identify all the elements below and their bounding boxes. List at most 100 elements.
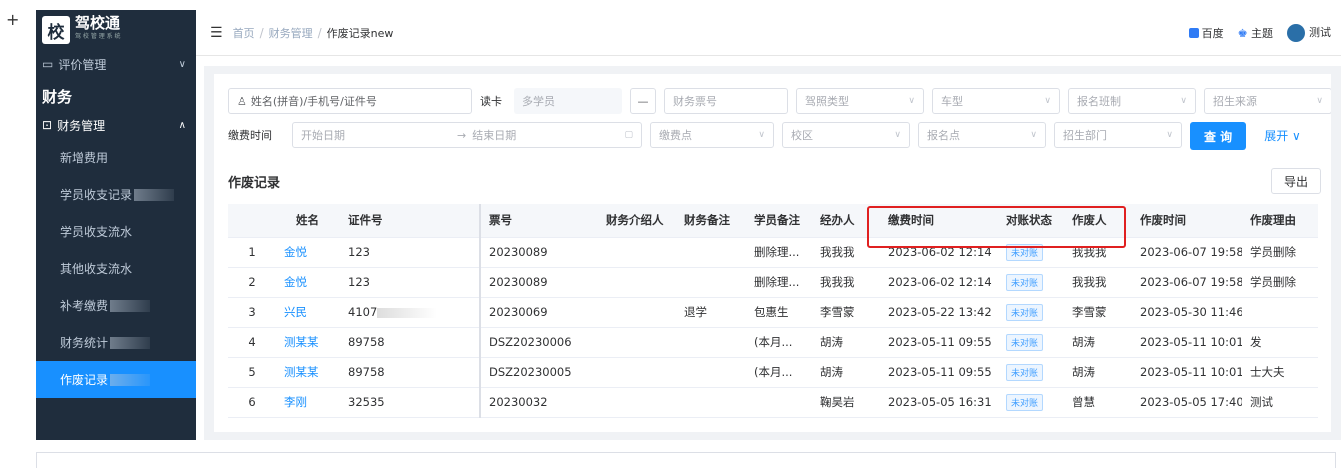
cell-id: 32535	[340, 387, 480, 418]
shirt-icon: ♚	[1237, 26, 1248, 40]
cell-name[interactable]: 兴民	[276, 297, 340, 328]
sidebar-item-student-flow[interactable]: 学员收支流水	[36, 213, 196, 250]
menu-finance[interactable]: ⊡ 财务管理 ∧	[36, 111, 196, 139]
cell-reason	[1242, 297, 1318, 328]
col-name: 姓名	[276, 204, 340, 238]
chevron-down-icon: ∨	[758, 130, 765, 140]
cell-name[interactable]: 金悦	[276, 237, 340, 268]
dept-select[interactable]: 招生部门 ∨	[1054, 122, 1182, 148]
cell-reason: 学员删除	[1242, 267, 1318, 298]
cell-fin-note	[676, 357, 746, 388]
table-row[interactable]: 4 测某某 89758 DSZ20230006 (本月... 胡涛 2023-05-11 0…	[228, 327, 1318, 358]
cell-introducer	[598, 387, 676, 418]
cell-reason: 士大夫	[1242, 357, 1318, 388]
finance-no-input[interactable]: 财务票号	[664, 88, 788, 114]
cell-void-time: 2023-06-07 19:58	[1132, 267, 1242, 298]
date-range-picker[interactable]: 开始日期 → 结束日期 ▢	[292, 122, 642, 148]
baidu-link[interactable]: 百度	[1188, 25, 1224, 41]
cell-status: 未对账	[998, 387, 1064, 418]
expand-link[interactable]: 展开 ∨	[1264, 122, 1301, 148]
cell-pay-time: 2023-05-05 16:31	[880, 387, 998, 418]
name-search-input[interactable]: ♙ 姓名(拼音)/手机号/证件号	[228, 88, 472, 114]
menu-eval-label: 评价管理	[58, 57, 107, 72]
sidebar-item-makeup-fee[interactable]: 补考缴费	[36, 287, 196, 324]
cell-handler: 胡涛	[812, 327, 880, 358]
cell-reason: 测试	[1242, 387, 1318, 418]
bottom-panel	[36, 452, 1336, 468]
cell-pay-time: 2023-05-22 13:42	[880, 297, 998, 328]
cell-ticket: 20230069	[479, 297, 598, 328]
table-row[interactable]: 3 兴民 4107 20230069 退学 包惠生 李雪蒙 2023-05-22 13:42 未…	[228, 297, 1318, 328]
cell-handler: 李雪蒙	[812, 297, 880, 328]
multi-student-field[interactable]: 多学员	[514, 88, 622, 114]
cell-fin-note: 退学	[676, 297, 746, 328]
cell-name[interactable]: 测某某	[276, 357, 340, 388]
cell-reason: 学员删除	[1242, 237, 1318, 268]
cell-ticket: 20230089	[479, 267, 598, 298]
class-select[interactable]: 报名班制 ∨	[1068, 88, 1196, 114]
cell-void-time: 2023-05-05 17:40	[1132, 387, 1242, 418]
cell-idx: 1	[228, 237, 276, 268]
cell-stu-note: 包惠生	[746, 297, 812, 328]
license-type-select[interactable]: 驾照类型 ∨	[796, 88, 924, 114]
chevron-down-icon: ∨	[894, 130, 901, 140]
calendar-icon: ▢	[624, 130, 633, 140]
cell-pay-time: 2023-05-11 09:55	[880, 327, 998, 358]
sidebar-item-other-flow[interactable]: 其他收支流水	[36, 250, 196, 287]
table-row[interactable]: 1 金悦 123 20230089 删除理... 我我我 2023-06-02 12:14 未…	[228, 237, 1318, 268]
sidebar-item-statistics[interactable]: 财务统计	[36, 324, 196, 361]
col-void-time: 作废时间	[1132, 204, 1242, 238]
cell-voider: 胡涛	[1064, 327, 1132, 358]
cell-idx: 6	[228, 387, 276, 418]
cell-name[interactable]: 李刚	[276, 387, 340, 418]
chevron-down-icon: ∨	[1316, 96, 1323, 106]
cell-name[interactable]: 金悦	[276, 267, 340, 298]
cell-ticket: DSZ20230005	[479, 357, 598, 388]
source-select[interactable]: 招生来源 ∨	[1204, 88, 1331, 114]
cell-ticket: 20230089	[479, 237, 598, 268]
car-type-select[interactable]: 车型 ∨	[932, 88, 1060, 114]
pay-point-select[interactable]: 缴费点 ∨	[650, 122, 774, 148]
export-button[interactable]: 导出	[1270, 168, 1321, 194]
topbar: ☰ 首页 / 财务管理 / 作废记录new 百度 ♚ 主题 测试	[196, 10, 1341, 56]
main: ☰ 首页 / 财务管理 / 作废记录new 百度 ♚ 主题 测试 ♙ 姓名(拼音)…	[196, 10, 1341, 440]
cell-pay-time: 2023-06-02 12:14	[880, 267, 998, 298]
user-menu[interactable]: 测试	[1287, 23, 1331, 42]
campus-select[interactable]: 校区 ∨	[782, 122, 910, 148]
cell-introducer	[598, 327, 676, 358]
cell-reason: 发	[1242, 327, 1318, 358]
cell-idx: 3	[228, 297, 276, 328]
minus-button[interactable]: —	[630, 88, 656, 114]
sidebar-item-void-records[interactable]: 作废记录	[36, 361, 196, 398]
cell-ticket: DSZ20230006	[479, 327, 598, 358]
reg-point-select[interactable]: 报名点 ∨	[918, 122, 1046, 148]
status-badge: 未对账	[1006, 363, 1044, 381]
highlight-box	[867, 206, 1126, 248]
cell-introducer	[598, 297, 676, 328]
table-row[interactable]: 2 金悦 123 20230089 删除理... 我我我 2023-06-02 12:14 未…	[228, 267, 1318, 298]
cell-id: 123	[340, 267, 480, 298]
col-introducer: 财务介绍人	[598, 204, 676, 238]
sidebar: 校 驾校通驾 校 管 理 系 统 ▭ 评价管理 ∨ 财务 ⊡ 财务管理 ∧ 新增…	[36, 10, 196, 440]
add-icon[interactable]: +	[6, 10, 19, 29]
card: ♙ 姓名(拼音)/手机号/证件号 读卡 多学员 — 财务票号 驾照类型 ∨ 车型 ∨ …	[214, 74, 1331, 432]
read-card-button[interactable]: 读卡	[480, 88, 506, 114]
theme-button[interactable]: ♚ 主题	[1238, 25, 1273, 41]
cell-voider: 曾慧	[1064, 387, 1132, 418]
menu-eval[interactable]: ▭ 评价管理 ∨	[36, 50, 196, 78]
cell-void-time: 2023-05-30 11:46	[1132, 297, 1242, 328]
filter-form: ♙ 姓名(拼音)/手机号/证件号 读卡 多学员 — 财务票号 驾照类型 ∨ 车型 ∨ …	[228, 88, 1331, 150]
cell-introducer	[598, 267, 676, 298]
breadcrumb-home[interactable]: 首页	[233, 25, 255, 41]
breadcrumb-finance[interactable]: 财务管理	[269, 25, 313, 41]
chevron-down-icon: ∨	[1044, 96, 1051, 106]
query-button[interactable]: 查 询	[1190, 122, 1247, 150]
table-row[interactable]: 5 测某某 89758 DSZ20230005 (本月... 胡涛 2023-05-11 0…	[228, 357, 1318, 388]
chevron-down-icon: ∨	[1030, 130, 1037, 140]
menu-toggle-icon[interactable]: ☰	[210, 25, 223, 41]
sidebar-item-student-records[interactable]: 学员收支记录	[36, 176, 196, 213]
sidebar-item-add-fee[interactable]: 新增费用	[36, 139, 196, 176]
cell-name[interactable]: 测某某	[276, 327, 340, 358]
cell-voider: 胡涛	[1064, 357, 1132, 388]
table-row[interactable]: 6 李刚 32535 20230032 鞠昊岩 2023-05-05 16:31 未对账 曾慧…	[228, 387, 1318, 418]
